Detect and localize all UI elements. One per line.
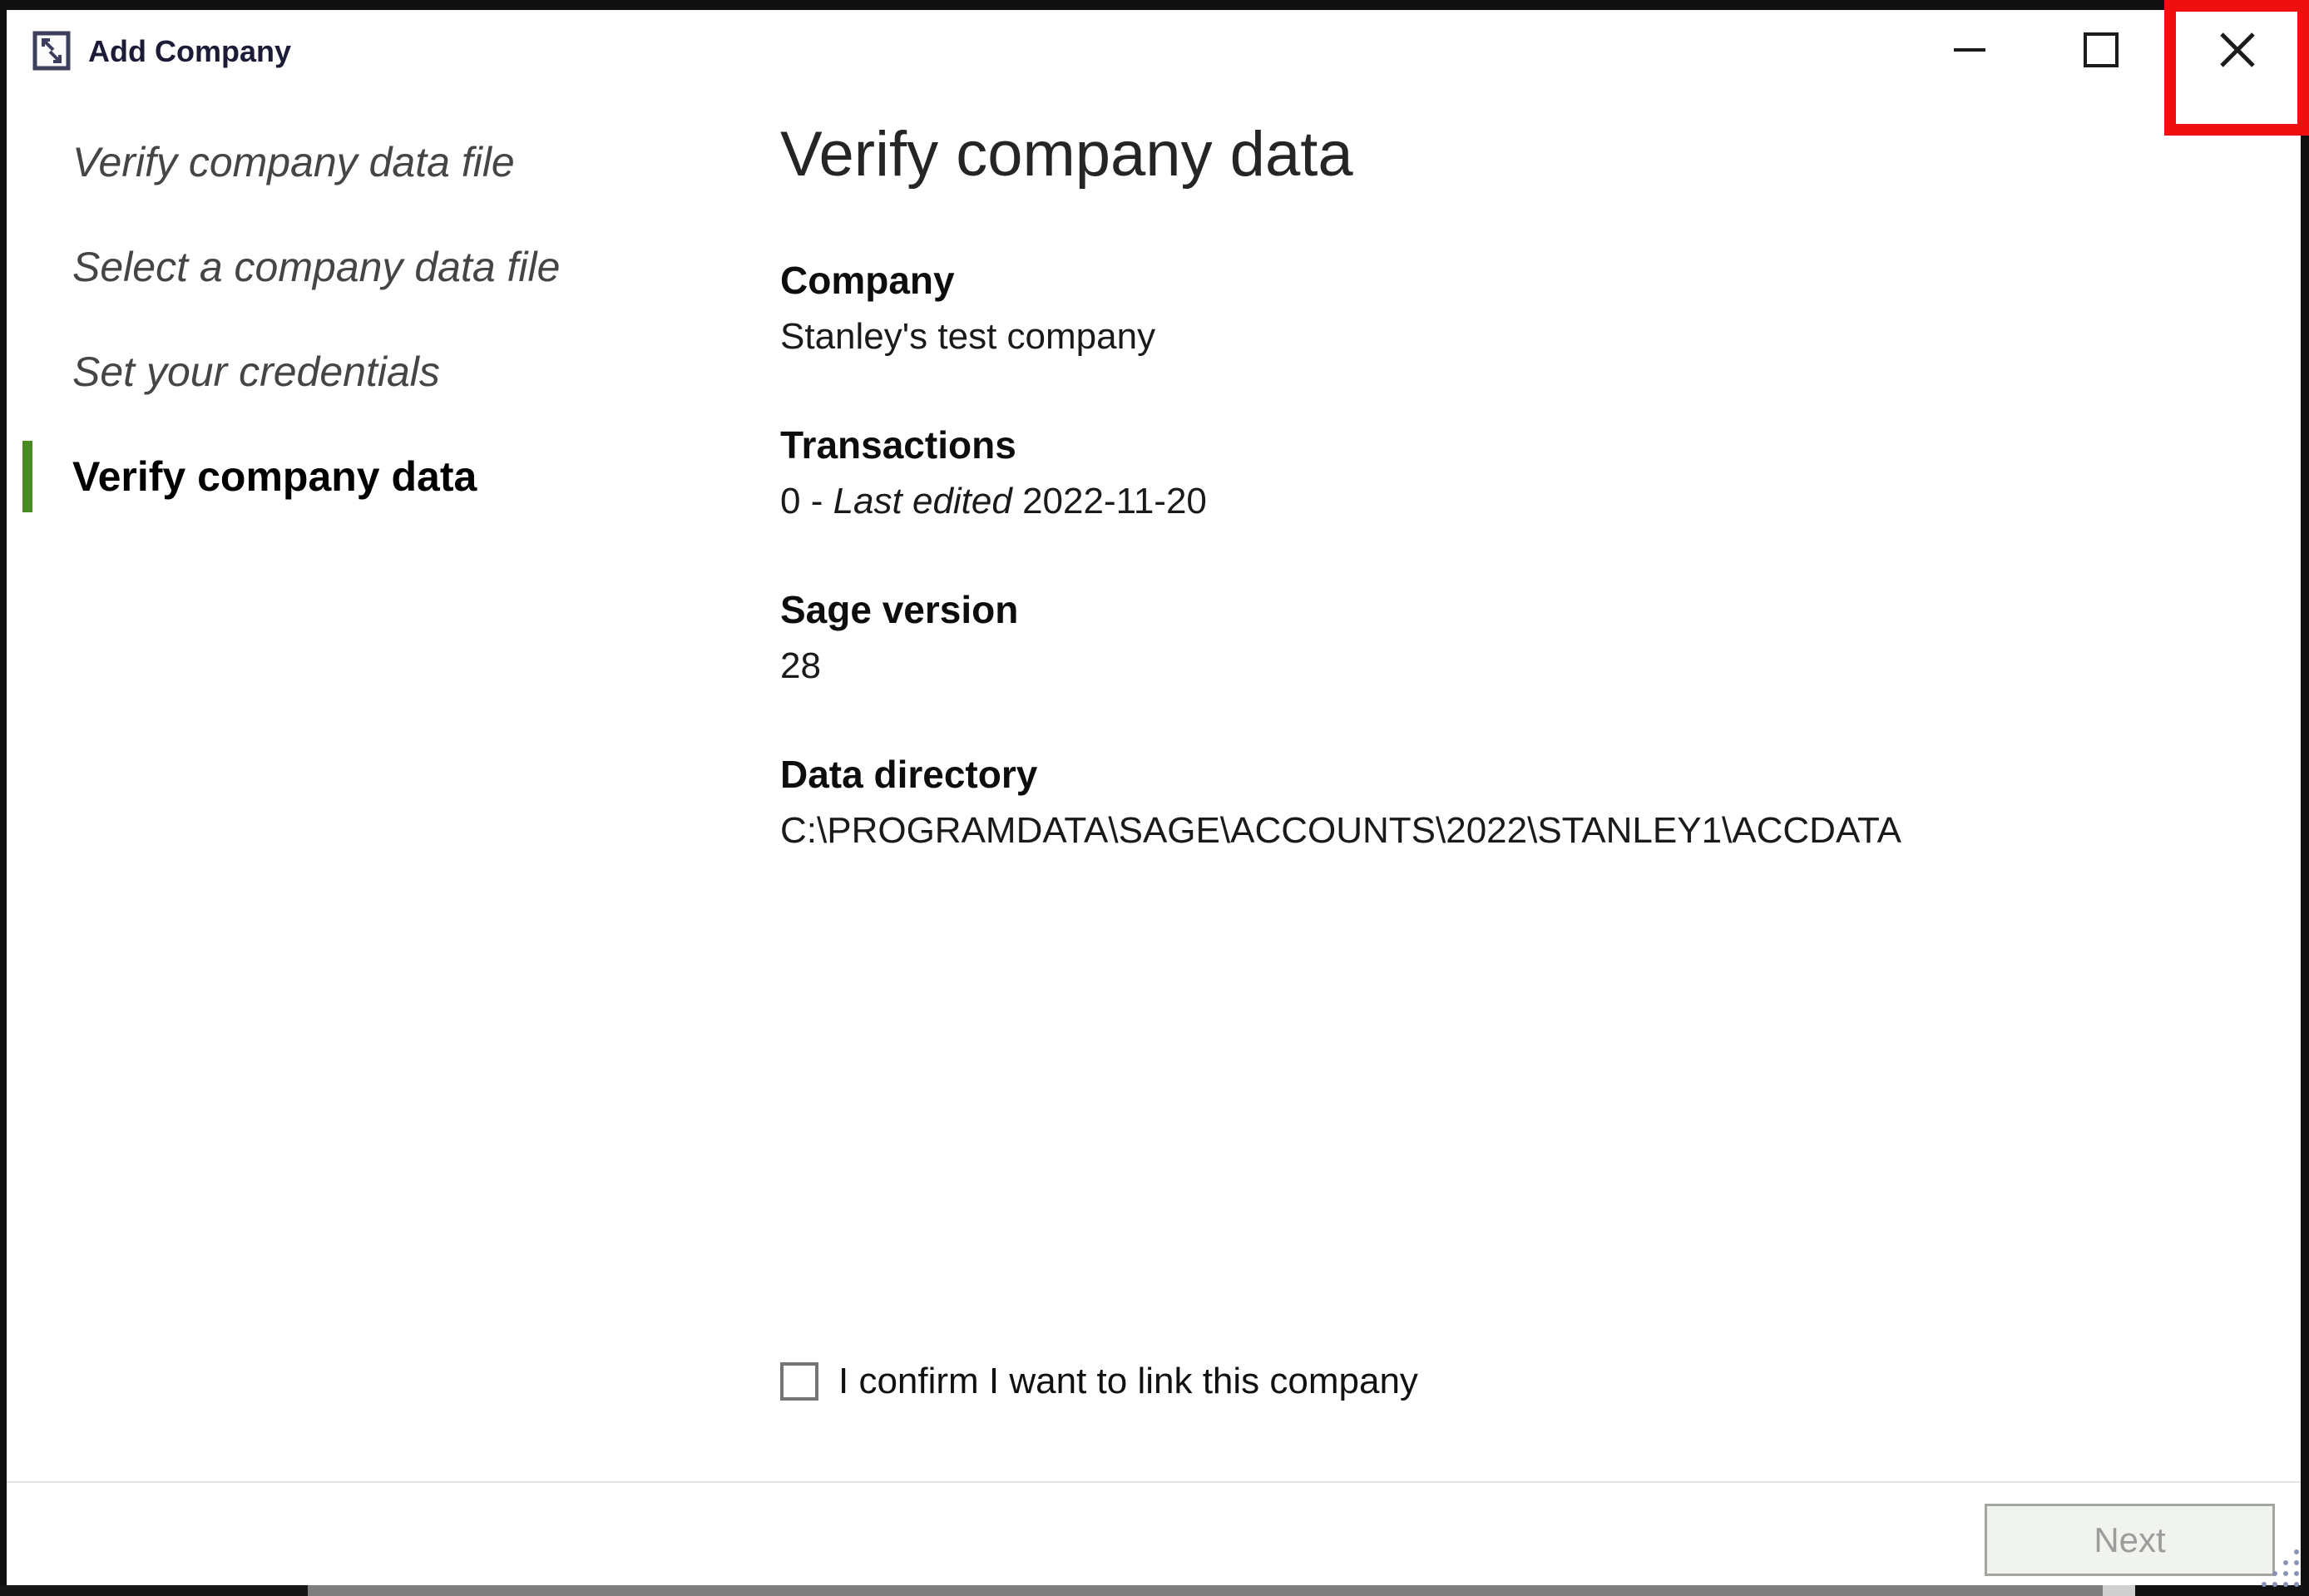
- active-step-label: Verify company data: [72, 453, 477, 500]
- minimize-button[interactable]: [1932, 12, 2007, 87]
- wizard-steps-sidebar: Verify company data file Select a compan…: [72, 133, 705, 552]
- field-value: Stanley's test company: [780, 309, 2194, 364]
- field-sage-version: Sage version 28: [780, 582, 2194, 694]
- window-border-bottom: [2103, 1585, 2135, 1596]
- confirm-checkbox-label: I confirm I want to link this company: [838, 1361, 1418, 1402]
- transactions-count: 0 -: [780, 481, 833, 521]
- title-bar: Add Company: [0, 10, 2309, 101]
- step-verify-company-data[interactable]: Verify company data: [72, 447, 705, 506]
- footer-divider: [7, 1481, 2301, 1483]
- field-data-directory: Data directory C:\PROGRAMDATA\SAGE\ACCOU…: [780, 747, 2194, 858]
- window-title: Add Company: [88, 33, 291, 70]
- window-border-top: [0, 0, 2164, 10]
- minimize-icon: [1954, 48, 1985, 52]
- step-set-your-credentials[interactable]: Set your credentials: [72, 343, 705, 401]
- window-border-bottom: [0, 1585, 308, 1596]
- close-button[interactable]: [2200, 12, 2275, 87]
- window-border-left: [0, 0, 7, 1596]
- main-content: Verify company data Company Stanley's te…: [780, 116, 2194, 912]
- last-edited-text: Last edited: [833, 481, 1012, 521]
- field-label: Sage version: [780, 582, 2194, 638]
- field-label: Data directory: [780, 747, 2194, 803]
- field-label: Company: [780, 253, 2194, 309]
- window-border-bottom: [308, 1585, 2103, 1596]
- add-company-dialog: Add Company Verify company data file Sel…: [0, 0, 2309, 1596]
- page-title: Verify company data: [780, 116, 2194, 193]
- field-value: C:\PROGRAMDATA\SAGE\ACCOUNTS\2022\STANLE…: [780, 803, 2194, 858]
- next-button[interactable]: Next: [1985, 1504, 2275, 1576]
- maximize-icon: [2084, 32, 2119, 67]
- close-icon: [2218, 31, 2257, 69]
- field-company: Company Stanley's test company: [780, 253, 2194, 364]
- field-value: 28: [780, 638, 2194, 694]
- resize-grip-icon[interactable]: [2259, 1547, 2302, 1590]
- confirm-link-company-row[interactable]: I confirm I want to link this company: [780, 1361, 1418, 1402]
- field-value: 0 - Last edited 2022-11-20: [780, 473, 2194, 529]
- field-label: Transactions: [780, 418, 2194, 473]
- app-icon: [32, 31, 71, 71]
- maximize-button[interactable]: [2064, 12, 2138, 87]
- active-step-accent-bar: [22, 441, 32, 512]
- last-edited-date: 2022-11-20: [1012, 481, 1207, 521]
- window-border-right: [2301, 0, 2309, 1596]
- step-select-company-data-file[interactable]: Select a company data file: [72, 238, 705, 296]
- step-verify-company-data-file[interactable]: Verify company data file: [72, 133, 705, 191]
- field-transactions: Transactions 0 - Last edited 2022-11-20: [780, 418, 2194, 529]
- confirm-checkbox[interactable]: [780, 1362, 818, 1401]
